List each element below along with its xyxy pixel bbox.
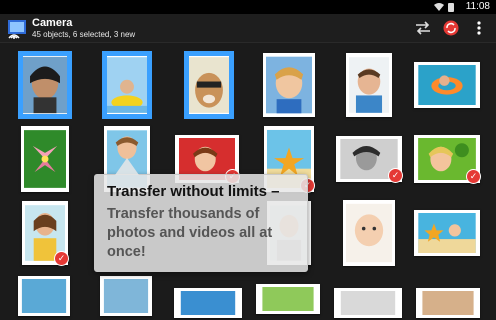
tooltip-title: Transfer without limits –	[107, 183, 280, 200]
thumbnail[interactable]	[346, 53, 392, 117]
thumbnail[interactable]	[100, 276, 152, 316]
list-item[interactable]	[174, 50, 244, 120]
list-item[interactable]	[10, 124, 80, 194]
thumbnail[interactable]: ✓	[336, 136, 403, 183]
app-subtitle: 45 objects, 6 selected, 3 new	[32, 30, 136, 39]
list-item[interactable]: ✓	[412, 124, 482, 194]
list-item[interactable]	[254, 50, 324, 120]
wifi-icon	[434, 3, 444, 11]
photo-image	[340, 291, 396, 315]
thumbnail[interactable]: ✓	[22, 201, 69, 266]
checkmark-icon[interactable]: ✓	[54, 251, 69, 266]
list-item[interactable]: ✓	[10, 198, 80, 268]
app-logo-icon[interactable]	[6, 18, 28, 40]
thumbnail[interactable]	[104, 53, 150, 117]
photo-image	[21, 279, 67, 313]
thumbnail[interactable]	[20, 53, 70, 117]
thumbnail[interactable]	[174, 288, 242, 318]
photo-image	[107, 57, 147, 113]
thumbnail[interactable]	[416, 288, 480, 318]
checkmark-icon[interactable]: ✓	[388, 168, 403, 183]
photo-image	[422, 291, 474, 315]
thumbnail[interactable]	[263, 53, 315, 117]
app-bar: Camera 45 objects, 6 selected, 3 new	[0, 14, 496, 43]
thumbnail[interactable]	[186, 53, 232, 117]
thumbnail[interactable]	[21, 126, 69, 192]
photo-image	[349, 57, 389, 113]
photo-image	[418, 65, 476, 105]
photo-image	[266, 56, 312, 114]
list-item[interactable]	[10, 50, 80, 120]
photo-image	[346, 203, 392, 263]
thumbnail[interactable]	[334, 288, 402, 318]
transfer-arrows-icon[interactable]	[414, 20, 432, 36]
photo-image	[103, 279, 149, 313]
overflow-menu-icon[interactable]	[474, 20, 484, 36]
sync-icon[interactable]	[442, 20, 460, 36]
clock: 11:08	[465, 1, 490, 12]
thumbnail[interactable]	[343, 200, 395, 266]
thumbnail[interactable]	[18, 276, 70, 316]
list-item[interactable]	[334, 198, 404, 268]
photo-image	[418, 213, 476, 253]
tooltip-body: Transfer thousands of photos and videos …	[107, 206, 273, 260]
list-item[interactable]	[334, 50, 404, 120]
list-item[interactable]	[92, 50, 162, 120]
list-item[interactable]: ✓	[334, 124, 404, 194]
photo-image	[189, 57, 229, 113]
photo-image	[23, 56, 67, 114]
thumbnail[interactable]	[414, 62, 480, 108]
thumbnail[interactable]: ✓	[414, 135, 481, 184]
list-item[interactable]	[412, 198, 482, 268]
checkmark-icon[interactable]: ✓	[466, 169, 481, 184]
status-bar: 11:08	[0, 0, 496, 14]
photo-image	[262, 287, 314, 311]
promo-tooltip[interactable]: Transfer without limits – Transfer thous…	[94, 158, 308, 272]
app-title: Camera	[32, 17, 73, 29]
status-icons	[434, 2, 454, 12]
thumbnail[interactable]	[414, 210, 480, 256]
battery-icon	[448, 2, 454, 12]
photo-image	[24, 130, 66, 188]
photo-image	[180, 291, 236, 315]
list-item[interactable]	[412, 50, 482, 120]
